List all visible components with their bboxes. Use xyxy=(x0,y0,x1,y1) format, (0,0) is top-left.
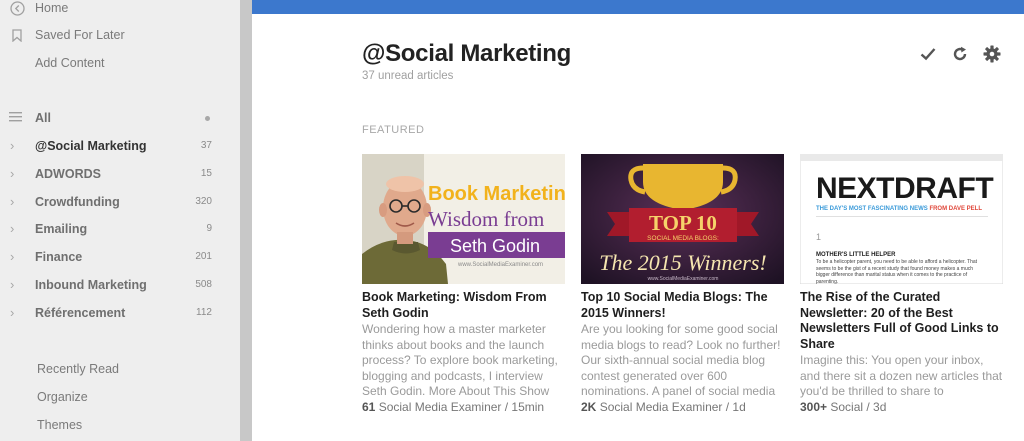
category-label: @Social Marketing xyxy=(35,139,147,153)
unread-count: 37 unread articles xyxy=(362,70,454,82)
sidebar-item-category[interactable]: › Emailing 9 xyxy=(0,217,240,241)
category-count: 320 xyxy=(195,195,212,207)
article-card[interactable]: Book Marketing: Wisdom from Seth Godin w… xyxy=(362,154,565,415)
chevron-right-icon: › xyxy=(10,165,15,181)
article-source: Social Media Examiner / 1d xyxy=(599,399,746,414)
nav-home[interactable]: Home xyxy=(0,0,240,20)
category-count: 201 xyxy=(195,251,212,263)
settings-button[interactable] xyxy=(982,45,1002,68)
thumb-url: www.SocialMediaExaminer.com xyxy=(648,276,719,282)
article-summary: Wondering how a master marketer thinks a… xyxy=(362,322,558,398)
category-count: 9 xyxy=(206,223,212,235)
article-card[interactable]: NEXTDRAFT THE DAY'S MOST FASCINATING NEW… xyxy=(800,154,1003,415)
thumb-tagline-b: FROM DAVE PELL xyxy=(929,206,982,212)
article-source: Social / 3d xyxy=(830,399,887,414)
mark-all-read-button[interactable] xyxy=(918,46,938,66)
nav-add-content-label: Add Content xyxy=(35,56,105,70)
chevron-right-icon: › xyxy=(10,138,15,153)
category-label: ADWORDS xyxy=(35,166,101,181)
nav-home-label: Home xyxy=(35,1,69,15)
nav-themes[interactable]: Themes xyxy=(37,418,82,432)
article-thumbnail-nextdraft[interactable]: NEXTDRAFT THE DAY'S MOST FASCINATING NEW… xyxy=(800,154,1003,284)
home-icon xyxy=(9,0,25,16)
thumb-tagline-a: THE DAY'S MOST FASCINATING NEWS xyxy=(816,206,929,212)
article-title[interactable]: The Rise of the Curated Newsletter: 20 o… xyxy=(800,290,1003,352)
page-title: @Social Marketing xyxy=(362,40,572,67)
section-label-featured: FEATURED xyxy=(362,124,425,136)
thumb-text-line2: Wisdom from xyxy=(428,207,544,231)
checkmark-icon xyxy=(920,47,936,66)
category-count: 112 xyxy=(196,306,212,318)
chevron-right-icon: › xyxy=(10,193,15,209)
sidebar-item-category[interactable]: › @Social Marketing 37 xyxy=(0,134,240,158)
refresh-icon xyxy=(952,46,968,67)
sidebar-scrollbar[interactable] xyxy=(240,0,252,441)
nav-saved-label: Saved For Later xyxy=(35,28,125,42)
engagement-count: 300+ xyxy=(800,399,828,414)
article-meta: 300+ Social / 3d xyxy=(800,400,1003,416)
category-label: Référencement xyxy=(35,305,126,320)
category-label: Crowdfunding xyxy=(35,194,120,209)
unread-dot xyxy=(205,116,210,121)
gear-icon xyxy=(983,45,1001,68)
article-title[interactable]: Top 10 Social Media Blogs: The 2015 Winn… xyxy=(581,290,784,321)
article-summary: Are you looking for some good social med… xyxy=(581,322,781,398)
sidebar-item-category[interactable]: › ADWORDS 15 xyxy=(0,162,240,186)
sidebar-item-category[interactable]: › Référencement 112 xyxy=(0,301,240,325)
chevron-right-icon: › xyxy=(10,277,15,292)
bookmark-icon xyxy=(9,27,25,43)
category-count: 15 xyxy=(200,167,212,179)
sidebar: Home Saved For Later Add Content All › @S… xyxy=(0,0,240,441)
sidebar-item-all-label: All xyxy=(35,111,51,125)
thumb-url: www.SocialMediaExaminer.com xyxy=(457,262,543,268)
thumb-body: To be a helicopter parent, you need to b… xyxy=(816,259,978,284)
article-meta: 2K Social Media Examiner / 1d xyxy=(581,400,784,416)
list-icon xyxy=(9,111,22,125)
refresh-button[interactable] xyxy=(950,46,970,66)
sidebar-item-category[interactable]: › Crowdfunding 320 xyxy=(0,190,240,214)
chevron-right-icon: › xyxy=(10,221,15,237)
thumb-text-line1: Book Marketing: xyxy=(428,183,565,205)
article-thumbnail-godin[interactable]: Book Marketing: Wisdom from Seth Godin w… xyxy=(362,154,565,284)
sidebar-item-all[interactable]: All xyxy=(0,106,240,130)
article-title[interactable]: Book Marketing: Wisdom From Seth Godin xyxy=(362,290,565,321)
thumb-brand: NEXTDRAFT xyxy=(816,172,993,205)
category-count: 37 xyxy=(200,140,212,151)
thumb-num: 1 xyxy=(816,232,821,242)
thumb-text-line2: SOCIAL MEDIA BLOGS: xyxy=(647,235,719,242)
thumb-text-line1: TOP 10 xyxy=(649,211,717,235)
article-card[interactable]: TOP 10 SOCIAL MEDIA BLOGS: The 2015 Winn… xyxy=(581,154,784,415)
sidebar-item-category[interactable]: › Finance 201 xyxy=(0,245,240,269)
app-window: Home Saved For Later Add Content All › @S… xyxy=(0,0,1024,441)
category-count: 508 xyxy=(195,279,212,290)
article-summary: Imagine this: You open your inbox, and t… xyxy=(800,353,1003,398)
thumb-text-line3: The 2015 Winners! xyxy=(599,250,766,275)
nav-saved-for-later[interactable]: Saved For Later xyxy=(0,23,240,47)
engagement-count: 2K xyxy=(581,399,597,414)
category-label: Inbound Marketing xyxy=(35,278,147,292)
nav-organize[interactable]: Organize xyxy=(37,390,88,404)
article-meta: 61 Social Media Examiner / 15min xyxy=(362,400,565,416)
engagement-count: 61 xyxy=(362,399,376,414)
chevron-right-icon: › xyxy=(10,304,15,320)
chevron-right-icon: › xyxy=(10,249,15,265)
top-accent-bar xyxy=(252,0,1024,14)
thumb-heading: MOTHER'S LITTLE HELPER xyxy=(816,252,896,258)
thumb-text-line3: Seth Godin xyxy=(450,236,540,256)
article-source: Social Media Examiner / 15min xyxy=(378,399,545,414)
category-label: Emailing xyxy=(35,222,88,237)
sidebar-item-category[interactable]: › Inbound Marketing 508 xyxy=(0,273,240,297)
nav-recently-read[interactable]: Recently Read xyxy=(37,362,119,376)
category-label: Finance xyxy=(35,250,83,265)
article-thumbnail-top10[interactable]: TOP 10 SOCIAL MEDIA BLOGS: The 2015 Winn… xyxy=(581,154,784,284)
svg-text:THE DAY'S MOST FASCINATING NEW: THE DAY'S MOST FASCINATING NEWS FROM DAV… xyxy=(816,206,982,212)
nav-add-content[interactable]: Add Content xyxy=(0,51,240,75)
